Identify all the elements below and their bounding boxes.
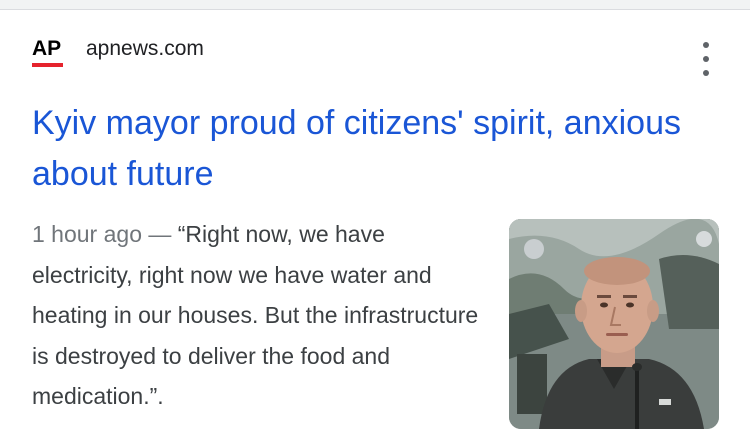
top-divider-bar [0,0,750,10]
article-snippet: 1 hour ago — “Right now, we have electri… [32,214,488,417]
source-name[interactable]: apnews.com [86,37,204,61]
more-vert-icon[interactable] [696,42,716,76]
thumbnail-image [509,219,719,429]
kebab-dot [703,56,709,62]
ap-logo-underline [32,63,63,67]
snippet-text: “Right now, we have electricity, right n… [32,221,479,409]
source-row[interactable]: AP apnews.com [32,34,204,74]
timestamp-separator: — [141,221,178,247]
ap-logo: AP [32,38,68,70]
kebab-dot [703,42,709,48]
kebab-dot [703,70,709,76]
timestamp: 1 hour ago [32,221,142,247]
article-headline-link[interactable]: Kyiv mayor proud of citizens' spirit, an… [32,98,712,200]
ap-logo-text: AP [32,37,62,60]
article-thumbnail[interactable] [509,219,719,429]
